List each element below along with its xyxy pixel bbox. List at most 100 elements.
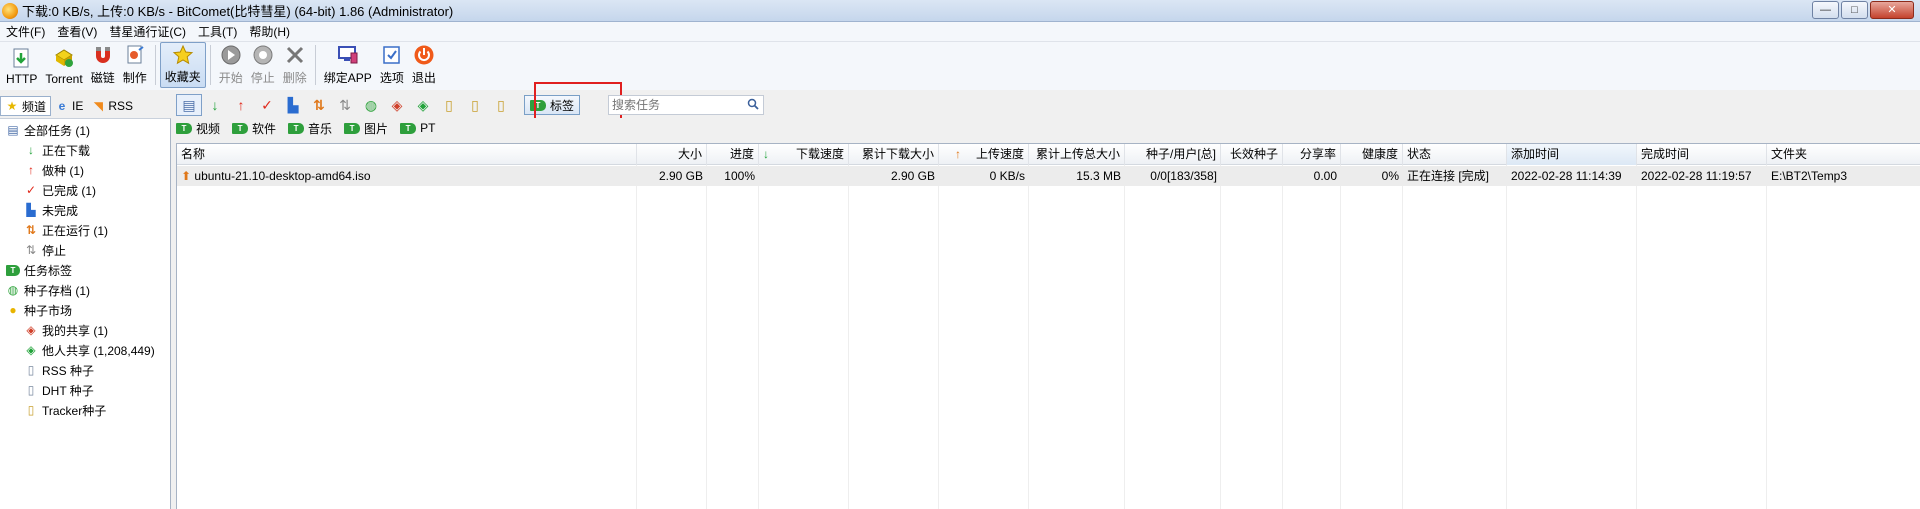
delete-button-label: 删除 bbox=[282, 71, 307, 85]
checkmark-icon: ✓ bbox=[25, 183, 37, 197]
sidebar-item-torrent-market[interactable]: ● 种子市场 bbox=[6, 300, 72, 320]
arrow-up-icon: ↑ bbox=[955, 147, 961, 161]
category-label: 图片 bbox=[364, 121, 389, 136]
dht-filter-button[interactable]: ▯ bbox=[462, 94, 488, 116]
delete-button[interactable]: 删除 bbox=[279, 42, 311, 88]
column-divider bbox=[636, 165, 637, 509]
exit-button[interactable]: 退出 bbox=[408, 42, 440, 88]
menu-help[interactable]: 帮助(H) bbox=[243, 23, 296, 40]
seeding-filter-button[interactable]: ↑ bbox=[228, 94, 254, 116]
http-download-icon bbox=[10, 46, 34, 70]
menu-file[interactable]: 文件(F) bbox=[0, 23, 51, 40]
market-hands-icon: ● bbox=[9, 303, 17, 317]
make-torrent-button[interactable]: 制作 bbox=[119, 42, 151, 88]
torrent-button[interactable]: Torrent bbox=[41, 42, 86, 88]
tab-rss[interactable]: ◥ RSS bbox=[87, 96, 137, 116]
column-header-label: 下载速度 bbox=[795, 147, 844, 161]
menu-tools[interactable]: 工具(T) bbox=[192, 23, 243, 40]
column-divider bbox=[1506, 165, 1507, 509]
category-video[interactable]: T 视频 bbox=[176, 120, 220, 137]
options-button[interactable]: 选项 bbox=[376, 42, 408, 88]
minimize-button[interactable]: — bbox=[1812, 1, 1839, 19]
stop-button[interactable]: 停止 bbox=[247, 42, 279, 88]
column-header-completed-time[interactable]: 完成时间 bbox=[1637, 144, 1767, 165]
cell-valid-seeds bbox=[1221, 166, 1283, 186]
sidebar-item-running[interactable]: ⇅ 正在运行 (1) bbox=[24, 220, 108, 240]
sidebar-item-label: 未完成 bbox=[42, 203, 79, 218]
close-button[interactable]: ✕ bbox=[1870, 1, 1914, 19]
column-header-folder[interactable]: 文件夹 bbox=[1767, 144, 1920, 165]
magnet-icon bbox=[91, 43, 115, 67]
column-header-total-up[interactable]: 累计上传总大小 bbox=[1029, 144, 1125, 165]
sidebar-item-incomplete[interactable]: ▙ 未完成 bbox=[24, 200, 78, 220]
search-icon[interactable] bbox=[747, 98, 759, 113]
column-header-total-down[interactable]: 累计下载大小 bbox=[849, 144, 939, 165]
cell-status: 正在连接 [完成] bbox=[1407, 169, 1490, 183]
category-pt[interactable]: T PT bbox=[400, 121, 435, 135]
bind-app-button[interactable]: 绑定APP bbox=[320, 42, 376, 88]
archive-filter-button[interactable]: ◍ bbox=[358, 94, 384, 116]
start-button-label: 开始 bbox=[218, 71, 243, 85]
sidebar-item-rss-torrents[interactable]: ▯ RSS 种子 bbox=[24, 360, 94, 380]
completed-filter-button[interactable]: ✓ bbox=[254, 94, 280, 116]
arrow-up-icon: ↑ bbox=[28, 163, 34, 177]
table-row[interactable]: ⬆ ubuntu-21.10-desktop-amd64.iso 2.90 GB… bbox=[177, 166, 1920, 186]
magnet-button[interactable]: 磁链 bbox=[87, 42, 119, 88]
category-software[interactable]: T 软件 bbox=[232, 120, 276, 137]
column-divider bbox=[848, 165, 849, 509]
sidebar-item-label: 已完成 (1) bbox=[42, 183, 97, 198]
favorites-button[interactable]: 收藏夹 bbox=[159, 42, 206, 88]
column-header-added-time[interactable]: 添加时间 bbox=[1507, 144, 1637, 165]
menu-comet-pass[interactable]: 彗星通行证(C) bbox=[103, 23, 192, 40]
column-header-progress[interactable]: 进度 bbox=[707, 144, 759, 165]
tab-ie[interactable]: e IE bbox=[51, 96, 87, 116]
column-header-ratio[interactable]: 分享率 bbox=[1283, 144, 1341, 165]
window-title: 下载:0 KB/s, 上传:0 KB/s - BitComet(比特彗星) (6… bbox=[22, 4, 454, 19]
maximize-button[interactable]: □ bbox=[1841, 1, 1868, 19]
sidebar-item-all-tasks[interactable]: ▤ 全部任务 (1) bbox=[6, 120, 90, 140]
my-shares-filter-button[interactable]: ◈ bbox=[384, 94, 410, 116]
tag-icon: T bbox=[400, 122, 417, 134]
incomplete-filter-button[interactable]: ▙ bbox=[280, 94, 306, 116]
column-divider bbox=[1282, 165, 1283, 509]
column-header-valid-seeds[interactable]: 长效种子 bbox=[1221, 144, 1283, 165]
column-header-status[interactable]: 状态 bbox=[1403, 144, 1507, 165]
sidebar-item-stopped[interactable]: ⇅ 停止 bbox=[24, 240, 66, 260]
column-divider bbox=[706, 165, 707, 509]
sidebar-item-tracker-torrents[interactable]: ▯ Tracker种子 bbox=[24, 400, 107, 420]
star-icon bbox=[171, 43, 195, 66]
category-pictures[interactable]: T 图片 bbox=[344, 120, 388, 137]
tab-channels[interactable]: ★ 频道 bbox=[0, 96, 52, 116]
sidebar-item-label: 正在运行 (1) bbox=[42, 223, 109, 238]
others-shares-filter-button[interactable]: ◈ bbox=[410, 94, 436, 116]
tag-icon: T bbox=[288, 122, 305, 134]
tracker-filter-button[interactable]: ▯ bbox=[488, 94, 514, 116]
menu-view[interactable]: 查看(V) bbox=[51, 23, 103, 40]
sidebar-item-seeding[interactable]: ↑ 做种 (1) bbox=[24, 160, 84, 180]
sidebar-item-task-tags[interactable]: T 任务标签 bbox=[6, 260, 72, 280]
column-header-seeds[interactable]: 种子/用户[总] bbox=[1125, 144, 1221, 165]
sidebar-item-others-shares[interactable]: ◈ 他人共享 (1,208,449) bbox=[24, 340, 154, 360]
category-music[interactable]: T 音乐 bbox=[288, 120, 332, 137]
running-filter-button[interactable]: ⇅ bbox=[306, 94, 332, 116]
sidebar-item-my-shares[interactable]: ◈ 我的共享 (1) bbox=[24, 320, 108, 340]
sidebar-item-dht-torrents[interactable]: ▯ DHT 种子 bbox=[24, 380, 94, 400]
column-header-health[interactable]: 健康度 bbox=[1341, 144, 1403, 165]
stopped-filter-button[interactable]: ⇅ bbox=[332, 94, 358, 116]
column-header-up-speed[interactable]: ↑ 上传速度 bbox=[939, 144, 1029, 165]
column-header-name[interactable]: 名称 bbox=[177, 144, 637, 165]
cell-up-speed: 0 KB/s bbox=[989, 169, 1025, 183]
rss-filter-button[interactable]: ▯ bbox=[436, 94, 462, 116]
start-button[interactable]: 开始 bbox=[215, 42, 247, 88]
sidebar-item-label: 做种 (1) bbox=[42, 163, 85, 178]
column-header-size[interactable]: 大小 bbox=[637, 144, 707, 165]
sidebar-item-torrent-archive[interactable]: ◍ 种子存档 (1) bbox=[6, 280, 90, 300]
all-tasks-filter-button[interactable]: ▤ bbox=[176, 94, 202, 116]
sidebar-item-completed[interactable]: ✓ 已完成 (1) bbox=[24, 180, 96, 200]
column-header-down-speed[interactable]: ↓ 下载速度 bbox=[759, 144, 849, 165]
downloading-filter-button[interactable]: ↓ bbox=[202, 94, 228, 116]
http-button[interactable]: HTTP bbox=[2, 42, 41, 88]
stopped-arrows-icon: ⇅ bbox=[339, 96, 351, 113]
sidebar-item-downloading[interactable]: ↓ 正在下载 bbox=[24, 140, 90, 160]
search-input[interactable] bbox=[612, 97, 744, 113]
